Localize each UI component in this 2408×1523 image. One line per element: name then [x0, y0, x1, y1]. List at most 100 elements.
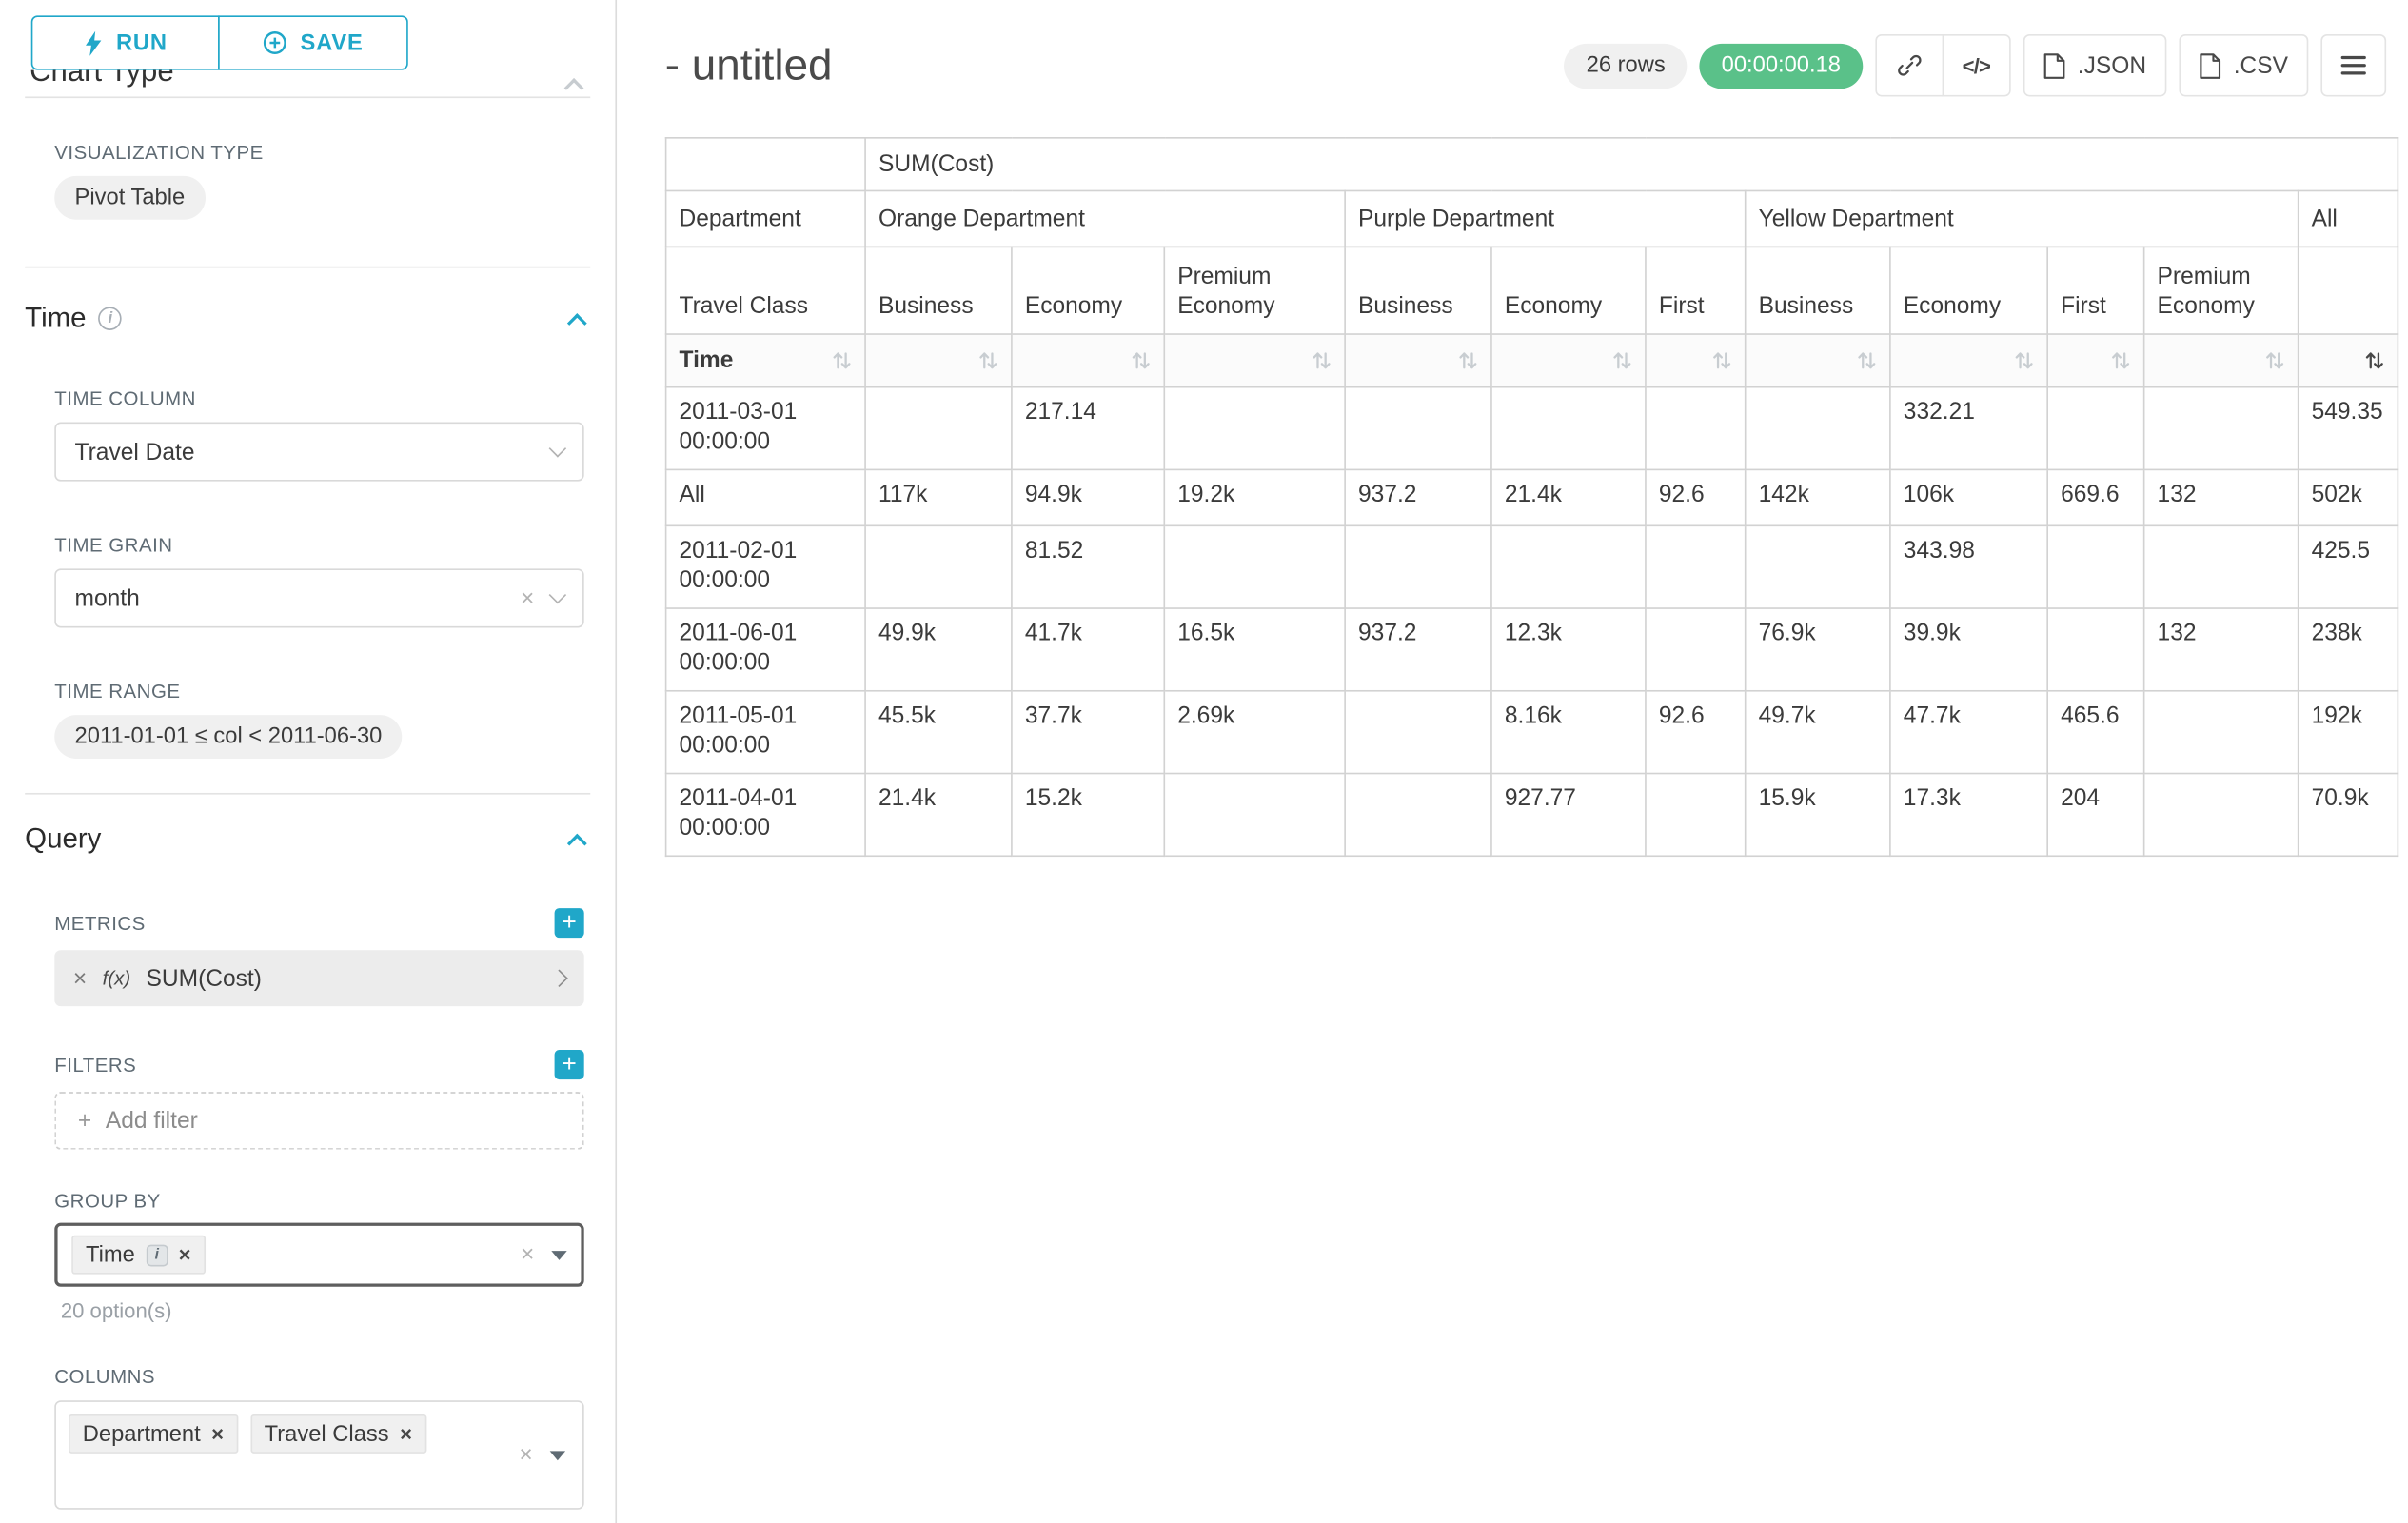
table-cell — [1890, 334, 2047, 387]
download-csv-button[interactable]: .CSV — [2179, 34, 2308, 96]
caret-down-icon — [550, 1451, 565, 1460]
table-cell: 132 — [2144, 608, 2299, 691]
time-range-value[interactable]: 2011-01-01 ≤ col < 2011-06-30 — [54, 715, 402, 759]
collapse-chevron-icon[interactable] — [567, 833, 587, 853]
info-icon: i — [146, 1244, 168, 1266]
group-by-options-count: 20 option(s) — [61, 1299, 616, 1323]
columns-tag[interactable]: Department × — [69, 1414, 238, 1454]
sort-icon[interactable] — [1712, 350, 1732, 370]
table-cell — [1746, 334, 1890, 387]
remove-metric-icon[interactable]: × — [73, 966, 87, 990]
query-timer-badge: 00:00:00.18 — [1700, 43, 1863, 88]
sort-icon[interactable] — [1612, 350, 1632, 370]
chart-type-title: Chart Type — [25, 70, 590, 90]
divider — [25, 267, 590, 268]
columns-select[interactable]: Department × Travel Class × × — [54, 1400, 583, 1510]
visualization-type-value[interactable]: Pivot Table — [54, 176, 205, 220]
clear-icon[interactable]: × — [521, 1243, 534, 1267]
download-json-label: .JSON — [2078, 52, 2146, 79]
row-header-cell: 2011-06-01 00:00:00 — [666, 608, 865, 691]
metric-item[interactable]: × f(x) SUM(Cost) — [54, 950, 583, 1006]
clear-icon[interactable]: × — [519, 1443, 532, 1467]
time-section-header: Time i — [25, 302, 584, 334]
time-grain-value: month — [75, 585, 140, 612]
sort-icon[interactable] — [832, 350, 852, 370]
sort-icon[interactable] — [1312, 350, 1332, 370]
plus-icon: + — [78, 1108, 91, 1135]
columns-tag-label: Department — [83, 1421, 201, 1446]
col-header: Premium Economy — [2144, 247, 2299, 334]
download-csv-label: .CSV — [2234, 52, 2288, 79]
plus-circle-icon — [263, 31, 286, 55]
function-icon: f(x) — [103, 967, 131, 989]
remove-tag-icon[interactable]: × — [400, 1422, 412, 1446]
table-cell: 94.9k — [1012, 469, 1164, 525]
table-cell — [1012, 334, 1164, 387]
control-panel: RUN SAVE Chart Type VISUALIZATION TYPE P… — [0, 0, 617, 1523]
add-filter-button[interactable]: + Add filter — [54, 1092, 583, 1150]
table-cell — [2047, 608, 2143, 691]
group-by-tag[interactable]: Time i × — [71, 1236, 205, 1275]
table-cell: 937.2 — [1345, 608, 1491, 691]
row-header-cell: 2011-05-01 00:00:00 — [666, 691, 865, 774]
table-cell — [865, 387, 1012, 470]
remove-tag-icon[interactable]: × — [179, 1243, 191, 1267]
table-cell: 15.9k — [1746, 774, 1890, 857]
divider — [25, 96, 590, 98]
embed-code-button[interactable]: </> — [1942, 34, 2010, 96]
time-column-select[interactable]: Travel Date — [54, 422, 583, 481]
table-row: Time — [666, 334, 2398, 387]
table-cell — [1646, 608, 1746, 691]
sort-icon[interactable] — [1857, 350, 1877, 370]
table-cell: 142k — [1746, 469, 1890, 525]
time-grain-select[interactable]: month × — [54, 568, 583, 627]
run-button[interactable]: RUN — [31, 15, 220, 69]
clear-icon[interactable]: × — [521, 586, 534, 610]
group-by-label: GROUP BY — [54, 1190, 583, 1212]
table-cell — [1646, 525, 1746, 608]
table-row: Department Orange Department Purple Depa… — [666, 190, 2398, 247]
sort-desc-icon[interactable] — [2364, 350, 2384, 370]
link-icon — [1897, 53, 1922, 78]
table-cell — [1164, 774, 1345, 857]
results-toolbar: 26 rows 00:00:00.18 </> — [1565, 34, 2386, 96]
save-button[interactable]: SAVE — [218, 15, 408, 69]
explore-view: RUN SAVE Chart Type VISUALIZATION TYPE P… — [0, 0, 2408, 1523]
table-cell — [1345, 334, 1491, 387]
table-row: 2011-02-01 00:00:00 81.52 343.98 425.5 — [666, 525, 2398, 608]
sort-icon[interactable] — [2264, 350, 2284, 370]
download-json-button[interactable]: .JSON — [2023, 34, 2166, 96]
sort-icon[interactable] — [2014, 350, 2034, 370]
col-header: Economy — [1491, 247, 1646, 334]
table-cell — [1345, 387, 1491, 470]
add-metric-button[interactable]: + — [555, 908, 584, 938]
table-cell — [865, 334, 1012, 387]
time-column-value: Travel Date — [75, 439, 195, 465]
table-cell: 39.9k — [1890, 608, 2047, 691]
sort-icon[interactable] — [978, 350, 998, 370]
table-row: 2011-06-01 00:00:00 49.9k 41.7k 16.5k 93… — [666, 608, 2398, 691]
group-by-select[interactable]: Time i × × — [54, 1223, 583, 1287]
row-header-cell: All — [666, 469, 865, 525]
col-header: Business — [1746, 247, 1890, 334]
col-header: First — [1646, 247, 1746, 334]
table-cell: 927.77 — [1491, 774, 1646, 857]
time-axis-cell: Time — [666, 334, 865, 387]
copy-link-button[interactable] — [1875, 34, 1944, 96]
columns-tag[interactable]: Travel Class × — [250, 1414, 426, 1454]
remove-tag-icon[interactable]: × — [211, 1422, 224, 1446]
table-cell: 76.9k — [1746, 608, 1890, 691]
sort-icon[interactable] — [1131, 350, 1151, 370]
table-cell: 217.14 — [1012, 387, 1164, 470]
chevron-right-icon — [550, 969, 568, 987]
time-section-title: Time — [25, 302, 86, 334]
sort-icon[interactable] — [1458, 350, 1478, 370]
add-filter-plus-button[interactable]: + — [555, 1050, 584, 1079]
run-save-bar: RUN SAVE — [0, 0, 615, 70]
collapse-chevron-icon[interactable] — [567, 312, 587, 332]
table-cell — [666, 138, 865, 191]
visualization-type-label: VISUALIZATION TYPE — [54, 142, 583, 164]
caret-down-icon — [551, 1250, 566, 1259]
results-menu-button[interactable] — [2320, 34, 2386, 96]
sort-icon[interactable] — [2110, 350, 2130, 370]
